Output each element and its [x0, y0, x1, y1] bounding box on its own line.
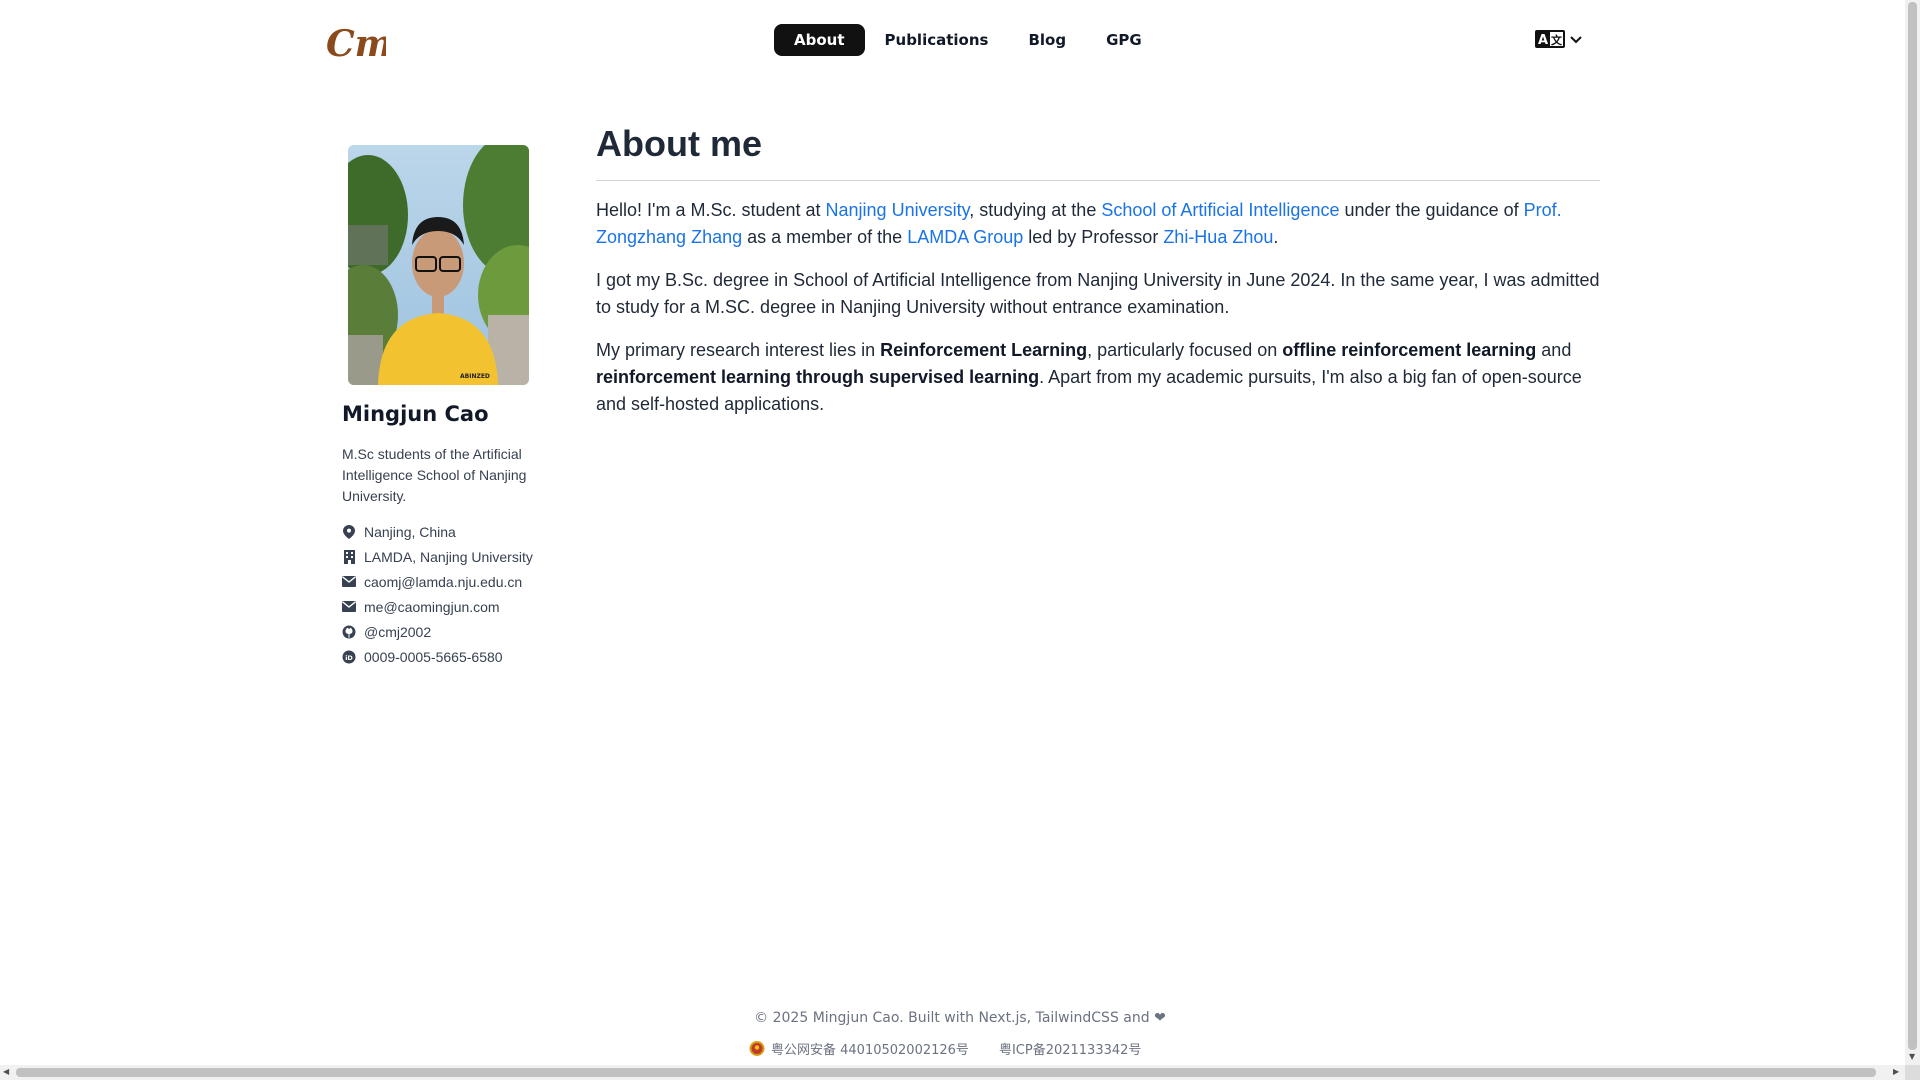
svg-text:文: 文: [1551, 33, 1563, 47]
text: as a member of the: [742, 227, 908, 247]
link-nanjing-university[interactable]: Nanjing University: [826, 200, 970, 220]
svg-text:ABINZED: ABINZED: [460, 373, 490, 380]
contact-affiliation: LAMDA, Nanjing University: [342, 544, 533, 569]
profile-bio: M.Sc students of the Artificial Intellig…: [342, 446, 527, 504]
svg-text:A: A: [1538, 33, 1548, 48]
link-school-ai[interactable]: School of Artificial Intelligence: [1101, 200, 1339, 220]
contact-orcid[interactable]: iD 0009-0005-5665-6580: [342, 644, 533, 669]
logo-icon: Cmj: [326, 23, 406, 65]
text: My primary research interest lies in: [596, 340, 881, 360]
police-beian-text[interactable]: 粤公网安备 44010502002126号: [771, 1039, 969, 1058]
avatar: ABINZED: [348, 145, 529, 385]
scroll-right-icon[interactable]: ▶: [1893, 1067, 1899, 1076]
contact-github[interactable]: @cmj2002: [342, 619, 533, 644]
nav-blog[interactable]: Blog: [1008, 24, 1086, 56]
main-nav: About Publications Blog GPG: [774, 24, 1162, 56]
svg-text:Cmj: Cmj: [326, 23, 386, 65]
research-paragraph: My primary research interest lies in Rei…: [596, 337, 1600, 418]
footer-beian: 粤公网安备 44010502002126号 粤ICP备2021133342号: [749, 1039, 1141, 1058]
contact-email-personal[interactable]: me@caomingjun.com: [342, 594, 533, 619]
police-badge-icon: [749, 1041, 765, 1056]
page-title: About me: [596, 120, 1600, 181]
contact-text[interactable]: 0009-0005-5665-6580: [364, 649, 503, 665]
text: , studying at the: [969, 200, 1102, 220]
mail-icon: [342, 575, 356, 589]
horizontal-scroll-thumb[interactable]: [16, 1068, 1876, 1077]
page: Cmj About Publications Blog GPG A 文: [0, 0, 1905, 1065]
vertical-scrollbar[interactable]: ▲ ▼: [1905, 0, 1920, 1065]
scroll-down-icon[interactable]: ▼: [1909, 1052, 1915, 1061]
contact-email-lamda[interactable]: caomj@lamda.nju.edu.cn: [342, 569, 533, 594]
orcid-icon: iD: [342, 650, 356, 664]
nav-about[interactable]: About: [774, 24, 865, 56]
contact-list: Nanjing, China LAMDA, Nanjing University…: [342, 519, 533, 669]
scroll-left-icon[interactable]: ◀: [3, 1067, 9, 1076]
github-icon: [342, 625, 356, 639]
icp-link[interactable]: 粤ICP备2021133342号: [999, 1039, 1141, 1058]
profile-name: Mingjun Cao: [342, 402, 489, 426]
footer-copyright: © 2025 Mingjun Cao. Built with Next.js, …: [754, 1010, 1166, 1026]
emphasis: Reinforcement Learning: [880, 340, 1088, 360]
education-paragraph: I got my B.Sc. degree in School of Artif…: [596, 270, 1600, 317]
intro-paragraph: Hello! I'm a M.Sc. student at Nanjing Un…: [596, 197, 1600, 251]
contact-location: Nanjing, China: [342, 519, 533, 544]
text: led by Professor: [1023, 227, 1164, 247]
location-icon: [342, 524, 356, 539]
vertical-scroll-thumb[interactable]: [1908, 2, 1917, 1050]
text: under the guidance of: [1339, 200, 1524, 220]
translate-icon: A 文: [1535, 30, 1565, 48]
nav-gpg[interactable]: GPG: [1086, 24, 1162, 56]
emphasis: offline reinforcement learning: [1282, 340, 1537, 360]
svg-text:iD: iD: [345, 653, 353, 661]
contact-text[interactable]: me@caomingjun.com: [364, 599, 500, 615]
site-logo[interactable]: Cmj: [326, 18, 406, 68]
mail-icon: [342, 600, 356, 614]
scrollbar-corner: [1905, 1065, 1920, 1080]
text: Hello! I'm a M.Sc. student at: [596, 200, 826, 220]
link-zhihua-zhou[interactable]: Zhi-Hua Zhou: [1163, 227, 1273, 247]
nav-publications[interactable]: Publications: [865, 24, 1009, 56]
contact-text: LAMDA, Nanjing University: [364, 548, 533, 565]
contact-text: Nanjing, China: [364, 523, 456, 540]
contact-text[interactable]: @cmj2002: [364, 624, 431, 640]
text: and: [1536, 340, 1572, 360]
text: .: [1273, 227, 1279, 247]
building-icon: [342, 549, 356, 564]
main-content: About me Hello! I'm a M.Sc. student at N…: [596, 120, 1600, 418]
emphasis: reinforcement learning through supervise…: [596, 367, 1040, 387]
text: , particularly focused on: [1087, 340, 1283, 360]
contact-text[interactable]: caomj@lamda.nju.edu.cn: [364, 574, 522, 590]
chevron-down-icon: [1570, 36, 1582, 44]
link-lamda-group[interactable]: LAMDA Group: [907, 227, 1023, 247]
horizontal-scrollbar[interactable]: ◀ ▶: [0, 1065, 1905, 1080]
language-switcher[interactable]: A 文: [1535, 30, 1583, 48]
police-beian-link[interactable]: 粤公网安备 44010502002126号: [749, 1039, 969, 1058]
